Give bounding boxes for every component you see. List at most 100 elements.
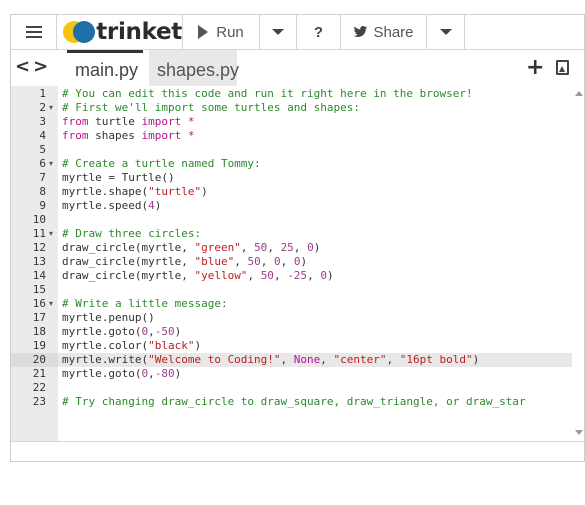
code-line[interactable]: myrtle.write("Welcome to Coding!", None,… (58, 353, 572, 367)
share-button[interactable]: Share (341, 15, 427, 49)
code-line[interactable]: from shapes import * (58, 129, 572, 143)
code-token: "Welcome to Coding!" (148, 353, 281, 366)
code-text: myrtle.color("black") (62, 339, 201, 353)
scroll-up-icon[interactable] (575, 91, 583, 96)
code-line[interactable]: # First we'll import some turtles and sh… (58, 101, 572, 115)
code-line[interactable]: # Draw three circles: (58, 227, 572, 241)
line-number: 19 (32, 339, 46, 352)
code-line[interactable]: myrtle.goto(0,-80) (58, 367, 572, 381)
code-token: myrtle.goto( (62, 367, 142, 380)
code-text: draw_circle(myrtle, "blue", 50, 0, 0) (62, 255, 307, 269)
code-token: 25 (280, 241, 294, 254)
hamburger-menu-icon (25, 26, 42, 38)
code-text: from turtle import * (62, 115, 194, 129)
code-token: ) (154, 199, 162, 212)
code-token: , (247, 269, 261, 282)
code-line[interactable]: # You can edit this code and run it righ… (58, 87, 572, 101)
code-token: # Draw three circles: (62, 227, 202, 240)
line-number: 3 (39, 115, 46, 128)
add-file-button[interactable]: + (526, 55, 544, 80)
code-token: from (62, 115, 89, 128)
code-token: from (62, 129, 89, 142)
code-token: 0 (307, 241, 314, 254)
run-button[interactable]: Run (183, 15, 260, 49)
line-number: 10 (32, 213, 46, 226)
code-token: 4 (148, 199, 155, 212)
code-token: ) (194, 339, 202, 352)
line-number: 18 (32, 325, 46, 338)
code-line[interactable] (58, 143, 572, 157)
code-line[interactable]: myrtle.penup() (58, 311, 572, 325)
code-line[interactable]: draw_circle(myrtle, "green", 50, 25, 0) (58, 241, 572, 255)
code-token: draw_circle(myrtle, (62, 255, 195, 268)
line-number: 7 (39, 171, 46, 184)
line-number: 2 (39, 101, 46, 114)
code-text: myrtle.shape("turtle") (62, 185, 208, 199)
code-token: "green" (194, 241, 241, 254)
fold-toggle-icon[interactable]: ▾ (49, 157, 53, 171)
brand-logo[interactable]: trinket (57, 15, 183, 49)
line-number-row: 1 (11, 87, 58, 101)
code-line[interactable]: draw_circle(myrtle, "blue", 50, 0, 0) (58, 255, 572, 269)
code-token: import (141, 129, 182, 142)
line-number: 20 (32, 353, 46, 366)
hamburger-menu-button[interactable] (11, 15, 57, 49)
code-text: myrtle.speed(4) (62, 199, 161, 213)
line-number-row: 6 ▾ (11, 157, 58, 171)
code-text: # You can edit this code and run it righ… (62, 87, 473, 101)
code-token: "16pt bold" (399, 353, 473, 366)
fold-toggle-icon[interactable]: ▾ (49, 101, 53, 115)
file-tab-bar: <> main.py shapes.py + (11, 50, 584, 86)
code-line[interactable]: myrtle = Turtle() (58, 171, 572, 185)
code-arrows-icon[interactable]: <> (15, 56, 51, 77)
code-token: myrtle.color( (62, 339, 149, 352)
code-line[interactable]: # Try changing draw_circle to draw_squar… (58, 395, 572, 409)
code-token: ) (313, 241, 321, 254)
code-line[interactable] (58, 213, 572, 227)
code-text: myrtle.goto(0,-80) (62, 367, 181, 381)
tab-label: main.py (75, 60, 139, 80)
code-area[interactable]: # You can edit this code and run it righ… (58, 86, 572, 441)
code-line[interactable]: from turtle import * (58, 115, 572, 129)
line-number: 14 (32, 269, 46, 282)
editor-scrollbar[interactable] (572, 86, 584, 441)
help-label: ? (313, 23, 324, 41)
line-number-row: 5 (11, 143, 58, 157)
code-line[interactable]: draw_circle(myrtle, "yellow", 50, -25, 0… (58, 269, 572, 283)
code-token: ) (174, 325, 182, 338)
code-line[interactable] (58, 381, 572, 395)
code-text: myrtle.goto(0,-50) (62, 325, 181, 339)
code-token: ) (326, 269, 334, 282)
tab-label: shapes.py (157, 60, 240, 80)
code-token: "turtle" (148, 185, 202, 198)
code-line[interactable]: myrtle.shape("turtle") (58, 185, 572, 199)
code-line[interactable]: myrtle.goto(0,-50) (58, 325, 572, 339)
share-options-dropdown[interactable] (427, 15, 465, 49)
image-file-icon[interactable] (556, 60, 569, 75)
code-token: "blue" (194, 255, 235, 268)
line-number: 4 (39, 129, 46, 142)
code-token: -50 (154, 325, 175, 338)
code-token: "center" (333, 353, 387, 366)
code-line[interactable]: myrtle.speed(4) (58, 199, 572, 213)
help-button[interactable]: ? (297, 15, 341, 49)
code-line[interactable]: myrtle.color("black") (58, 339, 572, 353)
code-text: draw_circle(myrtle, "yellow", 50, -25, 0… (62, 269, 334, 283)
run-options-dropdown[interactable] (260, 15, 297, 49)
code-token: , (267, 241, 281, 254)
code-line[interactable]: # Create a turtle named Tommy: (58, 157, 572, 171)
tab-main-py[interactable]: main.py (67, 50, 143, 86)
code-line[interactable]: # Write a little message: (58, 297, 572, 311)
scroll-down-icon[interactable] (575, 430, 583, 435)
line-number-row: 18 (11, 325, 58, 339)
code-token: , (320, 353, 334, 366)
code-editor[interactable]: 1 2 ▾ 3 4 5 6 ▾ 7 8 9 10 11 ▾ 12 13 14 15 16 ▾ 17 18 19 20 21 22 2… (11, 86, 584, 441)
line-number-row: 22 (11, 381, 58, 395)
line-number-row: 13 (11, 255, 58, 269)
code-token: myrtle.goto( (62, 325, 142, 338)
line-number-row: 16 ▾ (11, 297, 58, 311)
fold-toggle-icon[interactable]: ▾ (49, 297, 53, 311)
fold-toggle-icon[interactable]: ▾ (49, 227, 53, 241)
code-line[interactable] (58, 283, 572, 297)
tab-shapes-py[interactable]: shapes.py (149, 50, 240, 86)
